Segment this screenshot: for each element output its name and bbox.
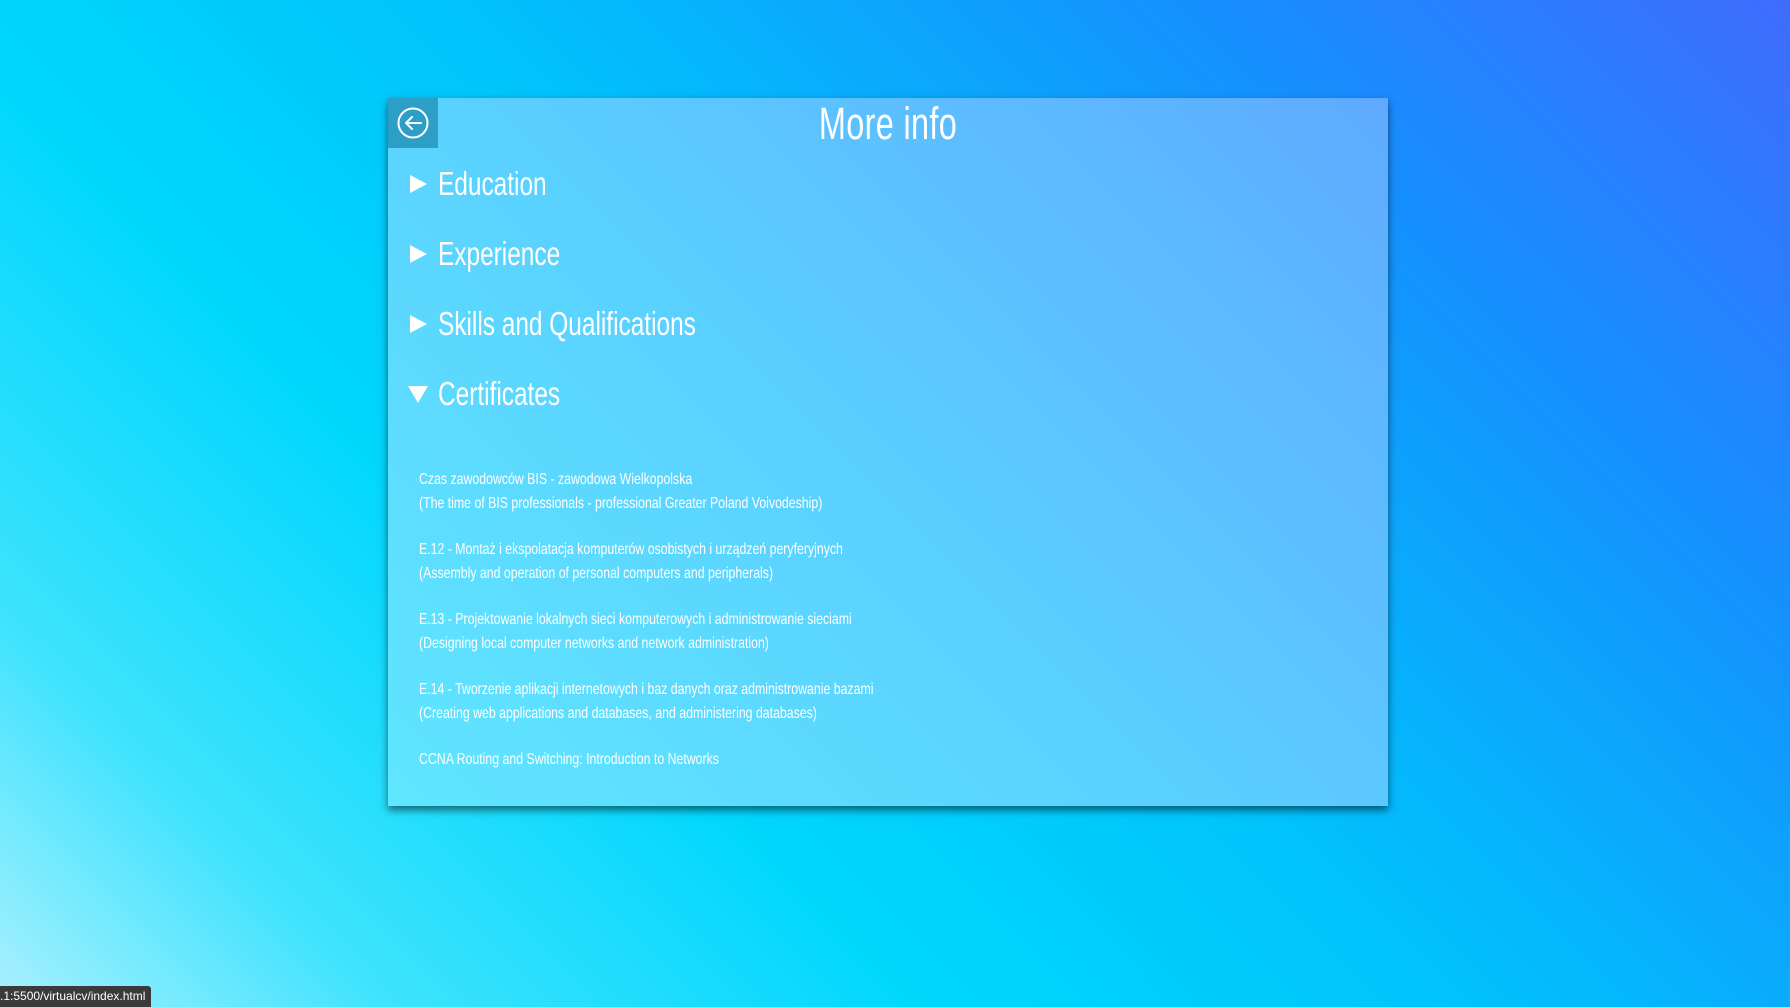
- certificate-title: E.13 - Projektowanie lokalnych sieci kom…: [419, 611, 852, 628]
- section-experience[interactable]: Experience: [406, 234, 603, 274]
- triangle-down-icon: [406, 382, 430, 406]
- section-education[interactable]: Education: [406, 164, 585, 204]
- triangle-right-icon: [406, 312, 430, 336]
- certificates-list: Czas zawodowców BIS - zawodowa Wielkopol…: [419, 468, 1359, 818]
- section-skills-and-qualifications[interactable]: Skills and Qualifications: [406, 304, 787, 344]
- certificate-title: E.14 - Tworzenie aplikacji internetowych…: [419, 681, 874, 698]
- certificate-title: E.12 - Montaż i ekspolatacja komputerów …: [419, 541, 843, 558]
- list-item: Czas zawodowców BIS - zawodowa Wielkopol…: [419, 468, 1359, 538]
- section-certificates[interactable]: Certificates: [406, 374, 603, 414]
- certificate-translation: (Designing local computer networks and n…: [419, 635, 769, 652]
- more-info-panel: More info Education Experience Skills an…: [388, 98, 1388, 806]
- section-label-experience: Experience: [438, 235, 561, 272]
- section-label-skills-and-qualifications: Skills and Qualifications: [438, 305, 696, 342]
- status-bar-url: .1:5500/virtualcv/index.html: [0, 986, 152, 1007]
- certificate-translation: (The time of BIS professionals - profess…: [419, 495, 823, 512]
- triangle-right-icon: [406, 172, 430, 196]
- certificate-title: Czas zawodowców BIS - zawodowa Wielkopol…: [419, 471, 693, 488]
- list-item: CCNA Routing and Switching: Introduction…: [419, 748, 1359, 818]
- list-item: E.13 - Projektowanie lokalnych sieci kom…: [419, 608, 1359, 678]
- list-item: E.12 - Montaż i ekspolatacja komputerów …: [419, 538, 1359, 608]
- page-title: More info: [818, 98, 958, 149]
- section-label-education: Education: [438, 165, 547, 202]
- list-item: E.14 - Tworzenie aplikacji internetowych…: [419, 678, 1359, 748]
- certificate-translation: (Creating web applications and databases…: [419, 705, 817, 722]
- arrow-left-circle-icon: [396, 106, 430, 140]
- triangle-right-icon: [406, 242, 430, 266]
- back-button[interactable]: [388, 98, 438, 148]
- certificate-translation: (Assembly and operation of personal comp…: [419, 565, 774, 582]
- certificate-title: CCNA Routing and Switching: Introduction…: [419, 751, 719, 768]
- section-label-certificates: Certificates: [438, 375, 561, 412]
